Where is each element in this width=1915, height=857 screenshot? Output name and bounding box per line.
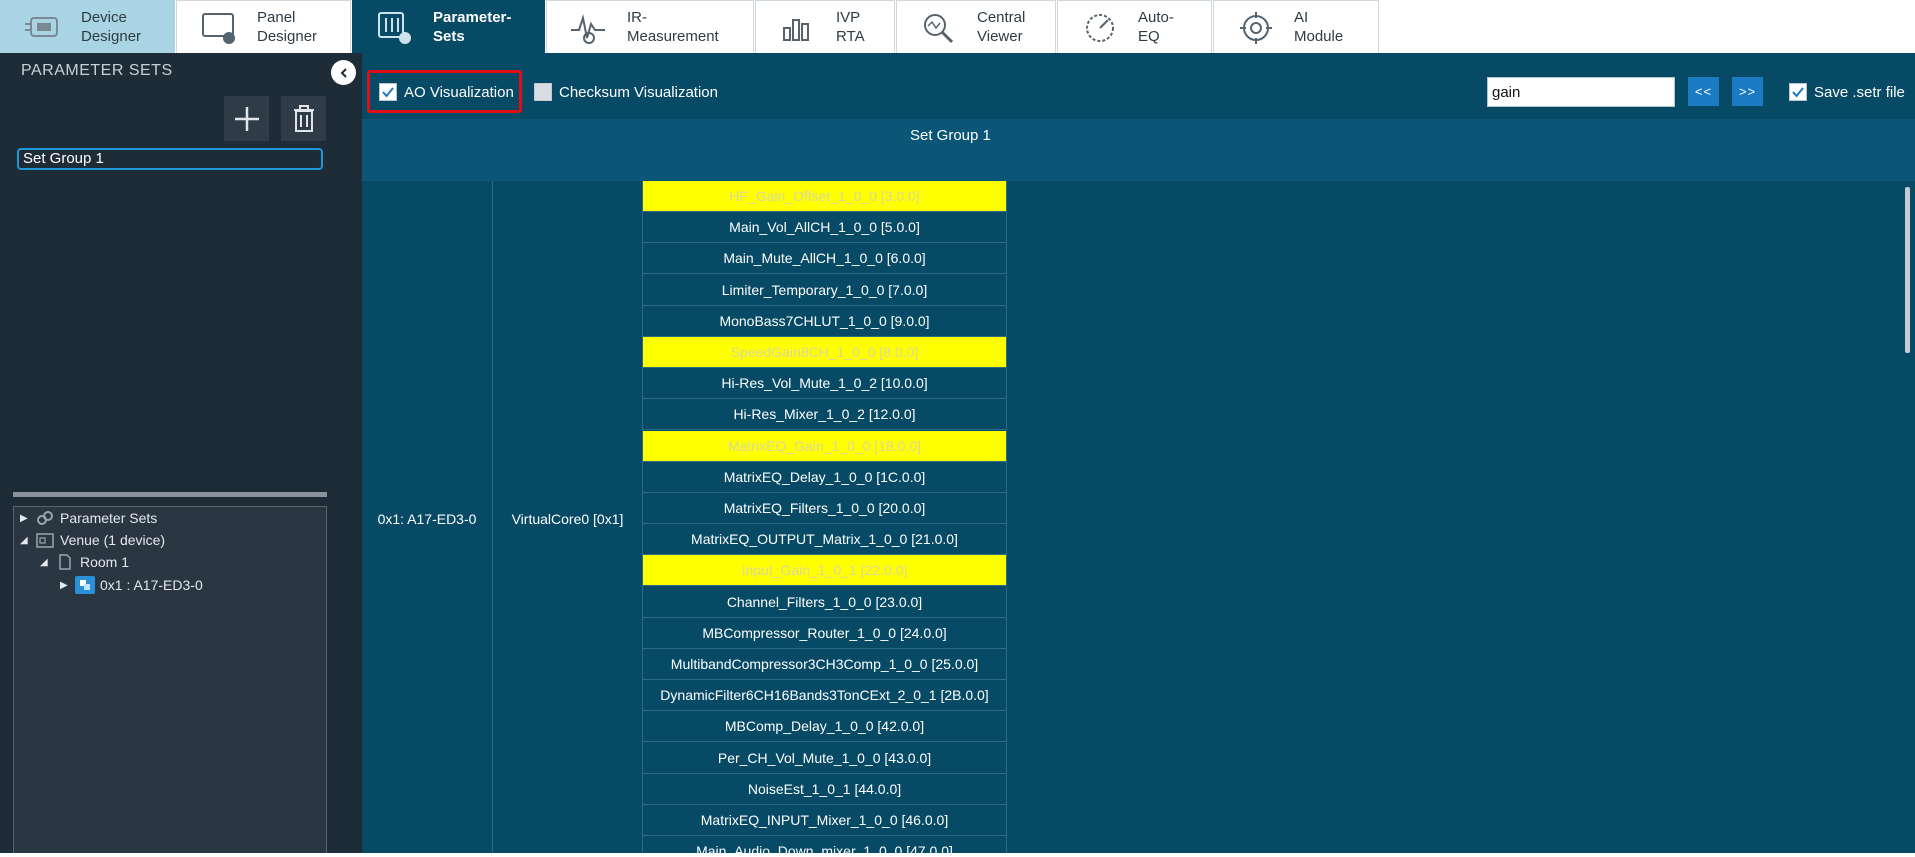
collapse-arrow-icon[interactable]: ◢ — [40, 557, 54, 568]
tab-label: Auto- EQ — [1138, 9, 1174, 45]
expand-arrow-icon[interactable]: ▶ — [60, 580, 74, 591]
parameter-row[interactable]: Limiter_Temporary_1_0_0 [7.0.0] — [643, 274, 1007, 306]
parameter-row[interactable]: Hi-Res_Mixer_1_0_2 [12.0.0] — [643, 399, 1007, 431]
set-group-item[interactable]: Set Group 1 — [17, 148, 323, 170]
ir-measurement-icon — [571, 14, 605, 44]
parameter-row[interactable]: MatrixEQ_OUTPUT_Matrix_1_0_0 [21.0.0] — [643, 524, 1007, 556]
parameter-row[interactable]: MultibandCompressor3CH3Comp_1_0_0 [25.0.… — [643, 649, 1007, 680]
tree-item-label: Venue (1 device) — [60, 532, 166, 548]
device-designer-icon — [25, 17, 58, 37]
tab-label: Parameter- Sets — [433, 9, 512, 45]
next-match-button[interactable]: >> — [1732, 77, 1763, 106]
parameter-row[interactable]: SpeedGain8CH_1_0_0 [8.0.0] — [643, 337, 1007, 368]
tab-label: Panel Designer — [257, 9, 318, 45]
parameter-row[interactable]: Hi-Res_Vol_Mute_1_0_2 [10.0.0] — [643, 368, 1007, 400]
tree-item-venue[interactable]: ◢ Venue (1 device) — [20, 529, 165, 551]
tab-panel-designer[interactable]: Panel Designer — [176, 0, 351, 53]
panel-designer-icon — [202, 13, 235, 44]
collapse-arrow-icon[interactable]: ◢ — [20, 535, 34, 546]
device-cell: 0x1: A17-ED3-0 — [362, 181, 493, 857]
previous-match-button[interactable]: << — [1688, 77, 1719, 106]
plus-icon — [234, 106, 259, 131]
parameter-row[interactable]: MatrixEQ_INPUT_Mixer_1_0_0 [46.0.0] — [643, 805, 1007, 836]
tab-ivp-rta[interactable]: IVP RTA — [755, 0, 895, 53]
chevron-left-icon — [340, 67, 347, 78]
parameter-row[interactable]: MatrixEQ_Delay_1_0_0 [1C.0.0] — [643, 461, 1007, 493]
checkbox-checked-icon — [1789, 83, 1807, 101]
checksum-visualization-checkbox[interactable]: Checksum Visualization — [534, 83, 718, 101]
venue-icon — [34, 531, 56, 549]
checksum-visualization-label: Checksum Visualization — [559, 83, 718, 101]
tree-item-room[interactable]: ◢ Room 1 — [40, 551, 129, 573]
tab-label: Device Designer — [81, 9, 142, 45]
parameter-row[interactable]: Channel_Filters_1_0_0 [23.0.0] — [643, 586, 1007, 618]
parameter-sets-panel: PARAMETER SETS Set Group 1 ▶ Parameter S… — [0, 53, 362, 857]
parameter-list: HF_Gain_Offset_1_0_0 [3.0.0] Main_Vol_All… — [643, 181, 1007, 857]
link-icon — [34, 509, 56, 527]
panel-title: PARAMETER SETS — [21, 62, 173, 79]
tab-label: Central Viewer — [977, 9, 1026, 45]
ai-module-icon — [1240, 12, 1272, 44]
tab-label: AI Module — [1294, 9, 1344, 45]
collapse-panel-button[interactable] — [331, 60, 356, 85]
expand-arrow-icon[interactable]: ▶ — [20, 513, 34, 524]
delete-set-button[interactable] — [281, 96, 326, 141]
tab-ir-measurement[interactable]: IR- Measurement — [546, 0, 754, 53]
parameter-row[interactable]: HF_Gain_Offset_1_0_0 [3.0.0] — [643, 181, 1007, 212]
parameter-sets-icon — [378, 12, 411, 44]
parameter-row[interactable]: MatrixEQ_Gain_1_0_0 [18.0.0] — [643, 430, 1007, 462]
tab-ai-module[interactable]: AI Module — [1213, 0, 1379, 53]
device-chip-icon — [74, 576, 96, 594]
core-cell: VirtualCore0 [0x1] — [493, 181, 643, 857]
parameter-row[interactable]: Main_Vol_AllCH_1_0_0 [5.0.0] — [643, 212, 1007, 244]
checkbox-unchecked-icon — [534, 83, 552, 101]
tab-label: IR- Measurement — [627, 9, 719, 45]
trash-icon — [293, 104, 314, 132]
auto-eq-icon — [1086, 14, 1114, 42]
parameter-row[interactable]: DynamicFilter6CH16Bands3TonCExt_2_0_1 [2… — [643, 680, 1007, 712]
tab-parameter-sets[interactable]: Parameter- Sets — [352, 0, 545, 53]
add-set-button[interactable] — [224, 96, 269, 141]
tree-item-label: Parameter Sets — [60, 510, 158, 526]
parameter-row[interactable]: Per_CH_Vol_Mute_1_0_0 [43.0.0] — [643, 742, 1007, 774]
ao-visualization-label: AO Visualization — [404, 83, 514, 101]
device-tree: ▶ Parameter Sets ◢ Venue (1 device) ◢ Ro… — [13, 506, 327, 857]
tab-central-viewer[interactable]: Central Viewer — [896, 0, 1056, 53]
ao-visualization-checkbox[interactable]: AO Visualization — [379, 83, 514, 101]
parameter-row[interactable]: MBComp_Delay_1_0_0 [42.0.0] — [643, 711, 1007, 743]
main-area: AO Visualization Checksum Visualization … — [362, 53, 1915, 857]
checkbox-checked-icon — [379, 83, 397, 101]
parameter-row[interactable]: MonoBass7CHLUT_1_0_0 [9.0.0] — [643, 305, 1007, 337]
parameter-row[interactable]: NoiseEst_1_0_1 [44.0.0] — [643, 773, 1007, 805]
panel-splitter[interactable] — [13, 492, 327, 497]
window-bottom-edge — [0, 853, 1915, 857]
tree-item-label: 0x1 : A17-ED3-0 — [100, 577, 203, 593]
parameter-row[interactable]: MatrixEQ_Filters_1_0_0 [20.0.0] — [643, 493, 1007, 524]
save-setr-label: Save .setr file — [1814, 83, 1905, 101]
vertical-scrollbar[interactable] — [1905, 187, 1910, 353]
parameter-search-input[interactable] — [1487, 77, 1675, 107]
parameter-grid: 0x1: A17-ED3-0 VirtualCore0 [0x1] HF_Gai… — [362, 181, 1915, 857]
central-viewer-icon — [924, 14, 954, 44]
parameter-row[interactable]: Input_Gain_1_0_1 [22.0.0] — [643, 555, 1007, 587]
visualization-toolbar: AO Visualization Checksum Visualization … — [362, 53, 1915, 119]
tab-label: IVP RTA — [836, 9, 865, 45]
set-group-header: Set Group 1 — [362, 119, 1915, 181]
set-group-title: Set Group 1 — [910, 127, 991, 144]
parameter-row[interactable]: Main_Mute_AllCH_1_0_0 [6.0.0] — [643, 243, 1007, 275]
tree-item-parameter-sets[interactable]: ▶ Parameter Sets — [20, 507, 157, 529]
module-tab-bar: Device Designer Panel Designer Parameter… — [0, 0, 1915, 53]
tree-item-label: Room 1 — [80, 554, 130, 570]
save-setr-checkbox[interactable]: Save .setr file — [1789, 83, 1905, 101]
document-icon — [54, 553, 76, 571]
set-group-list: Set Group 1 — [13, 148, 327, 550]
tab-device-designer[interactable]: Device Designer — [0, 0, 175, 53]
ivp-rta-icon — [783, 19, 809, 41]
tree-item-device[interactable]: ▶ 0x1 : A17-ED3-0 — [60, 574, 203, 596]
tab-auto-eq[interactable]: Auto- EQ — [1057, 0, 1212, 53]
parameter-row[interactable]: MBCompressor_Router_1_0_0 [24.0.0] — [643, 617, 1007, 649]
